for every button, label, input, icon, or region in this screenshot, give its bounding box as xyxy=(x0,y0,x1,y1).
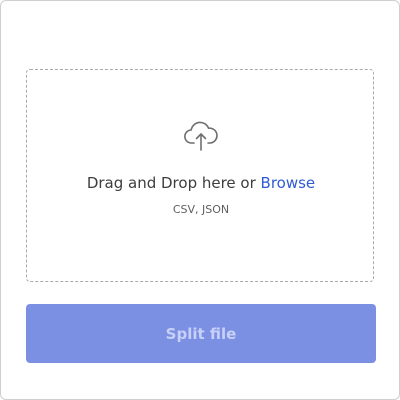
drop-instructions: Drag and Drop here or Browse xyxy=(1,173,400,193)
accepted-formats: CSV, JSON xyxy=(172,203,230,216)
cloud-upload-icon xyxy=(184,121,218,151)
split-file-button[interactable]: Split file xyxy=(26,304,376,363)
drop-instructions-text: Drag and Drop here or xyxy=(86,174,261,192)
browse-link[interactable]: Browse xyxy=(261,174,316,192)
upload-card: Drag and Drop here or Browse CSV, JSON S… xyxy=(0,0,400,400)
